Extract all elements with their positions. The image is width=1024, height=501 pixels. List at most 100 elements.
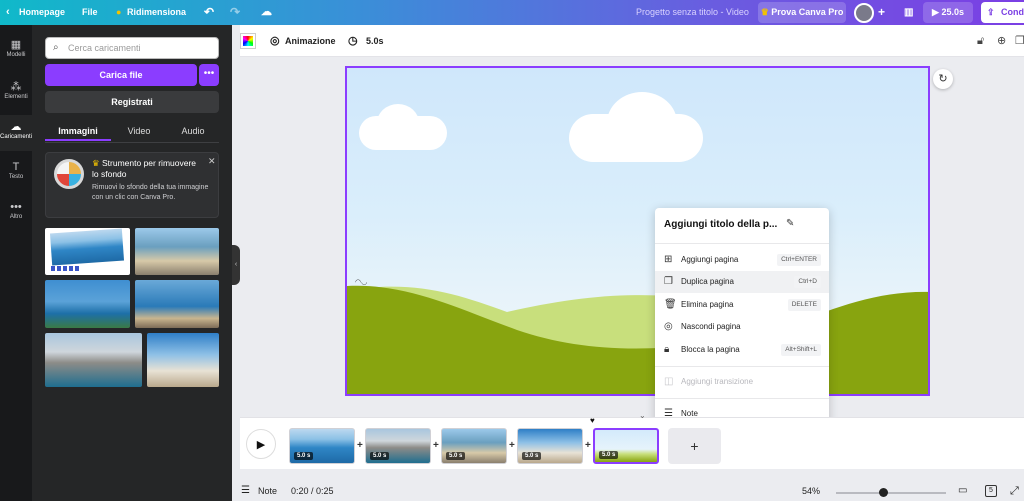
more-options-button[interactable]: •••: [199, 64, 219, 86]
rail-item-elements[interactable]: ⁂ Elementi: [0, 75, 32, 111]
record-button[interactable]: Registrati: [45, 91, 219, 113]
collapse-panel-handle[interactable]: ‹: [232, 245, 240, 285]
tab-audio[interactable]: Audio: [167, 121, 219, 141]
add-page-icon: ⊞: [664, 254, 673, 265]
crown-icon: ♛: [760, 7, 769, 17]
trash-icon: 🗑︎: [664, 299, 677, 310]
animation-button[interactable]: Animazione: [285, 25, 336, 57]
upload-thumb-3[interactable]: [45, 280, 130, 328]
crown-icon: ♛: [92, 158, 100, 168]
upload-icon: ☁: [10, 121, 22, 133]
close-icon[interactable]: ✕: [208, 156, 216, 167]
zoom-slider[interactable]: [836, 492, 946, 494]
add-transition-icon[interactable]: +: [509, 440, 515, 451]
tab-divider: [45, 142, 219, 143]
zoom-slider-knob[interactable]: [879, 488, 888, 497]
upload-thumb-4[interactable]: [135, 280, 219, 328]
lock-icon[interactable]: 🔓︎: [977, 25, 984, 57]
duration-button[interactable]: 5.0s: [366, 25, 384, 57]
preview-play-button[interactable]: ▶ 25.0s: [923, 2, 973, 23]
stats-icon[interactable]: ▥: [904, 0, 913, 25]
try-pro-button[interactable]: ♛ Prova Canva Pro: [758, 2, 846, 23]
background-remover-image: [54, 159, 84, 189]
tab-images[interactable]: Immagini: [45, 121, 111, 141]
play-button[interactable]: ▶: [246, 429, 276, 459]
promo-card[interactable]: ♛ Strumento per rimuovere lo sfondo Rimu…: [45, 152, 219, 218]
fullscreen-icon[interactable]: ⤢: [1010, 481, 1019, 501]
add-transition-icon[interactable]: +: [357, 440, 363, 451]
share-button[interactable]: ⇪ Cond: [981, 2, 1024, 23]
rail-item-uploads[interactable]: ☁ Caricamenti: [0, 115, 32, 151]
side-rail: ▦ Modelli ⁂ Elementi ☁ Caricamenti T Testo •…: [0, 25, 32, 501]
menu-item-hide-page[interactable]: ◎ Nascondi pagina: [655, 316, 829, 338]
clock-icon: ◷: [348, 35, 358, 47]
page-count-badge[interactable]: 5: [985, 485, 997, 497]
design-canvas[interactable]: ◠◡: [345, 66, 930, 396]
editor-toolbar: ◎ Animazione ◷ 5.0s 🔓︎ ⊕ ❐: [240, 25, 1024, 57]
menu-item-duplicate-page[interactable]: ❐ Duplica pagina Ctrl+D: [655, 271, 829, 293]
promo-title: Strumento per rimuovere lo sfondo: [92, 158, 197, 179]
upload-thumb-5[interactable]: [45, 333, 142, 387]
more-icon: •••: [10, 201, 22, 213]
duplicate-icon[interactable]: ❐: [1015, 25, 1024, 57]
timeline-clip-5[interactable]: 5.0 s: [593, 428, 659, 464]
file-menu[interactable]: File: [82, 0, 98, 25]
timeline-clip-2[interactable]: 5.0 s: [365, 428, 431, 464]
upload-thumb-2[interactable]: [135, 228, 219, 275]
chevron-down-icon[interactable]: ⌄: [639, 411, 646, 420]
crown-icon: ●: [116, 7, 122, 17]
rail-item-more[interactable]: ••• Altro: [0, 195, 32, 231]
grid-view-icon[interactable]: ▭: [958, 481, 967, 501]
bottom-bar: ☰ Note 0:20 / 0:25 54% ▭ 5 ⤢: [232, 481, 1024, 501]
lock-icon: 🔒︎: [664, 344, 670, 355]
upload-files-button[interactable]: Carica file: [45, 64, 197, 86]
animation-icon: ◎: [270, 35, 280, 47]
redo-icon[interactable]: ↷: [230, 0, 240, 25]
pencil-icon[interactable]: ✎: [786, 218, 794, 229]
add-page-icon[interactable]: ⊕: [997, 25, 1006, 57]
search-icon: ⌕: [53, 42, 59, 53]
add-transition-icon[interactable]: +: [433, 440, 439, 451]
menu-item-add-transition[interactable]: ◫ Aggiungi transizione: [655, 371, 829, 393]
zoom-percent[interactable]: 54%: [802, 481, 820, 501]
search-input[interactable]: ⌕ Cerca caricamenti: [45, 37, 219, 59]
elements-icon: ⁂: [10, 81, 22, 93]
upload-thumb-6[interactable]: [147, 333, 219, 387]
project-title[interactable]: Progetto senza titolo - Video: [636, 0, 749, 25]
add-transition-icon[interactable]: +: [585, 440, 591, 451]
eye-off-icon: ◎: [664, 321, 673, 332]
top-bar: ‹ Homepage File ● Ridimensiona ↶ ↷ ☁ Pro…: [0, 0, 1024, 25]
color-picker-icon[interactable]: [240, 33, 256, 49]
tab-video[interactable]: Video: [111, 121, 167, 141]
notes-button[interactable]: Note: [258, 481, 277, 501]
cloud-save-icon[interactable]: ☁: [261, 0, 272, 25]
timeline-clip-3[interactable]: 5.0 s: [441, 428, 507, 464]
add-collaborator-icon[interactable]: +: [878, 0, 885, 25]
refresh-icon[interactable]: ↻: [933, 69, 953, 89]
upload-thumb-1[interactable]: [45, 228, 130, 275]
menu-item-delete-page[interactable]: 🗑︎ Elimina pagina DELETE: [655, 294, 829, 316]
add-clip-button[interactable]: +: [668, 428, 721, 464]
chevron-left-icon[interactable]: ‹: [6, 0, 10, 25]
resize-button[interactable]: Ridimensiona: [127, 0, 186, 25]
notes-icon: ☰: [241, 485, 250, 496]
page-title[interactable]: Aggiungi titolo della p...: [664, 219, 777, 230]
rail-item-text[interactable]: T Testo: [0, 155, 32, 191]
timeline-clip-1[interactable]: 5.0 s: [289, 428, 355, 464]
playhead-marker[interactable]: ♥: [590, 416, 595, 425]
avatar[interactable]: [854, 3, 874, 23]
share-icon: ⇪: [987, 7, 995, 17]
menu-item-add-page[interactable]: ⊞ Aggiungi pagina Ctrl+ENTER: [655, 249, 829, 271]
undo-icon[interactable]: ↶: [204, 0, 214, 25]
play-icon: ▶: [932, 7, 939, 17]
duplicate-icon: ❐: [664, 276, 673, 287]
hills-shape: ◠◡: [347, 278, 928, 394]
menu-item-lock-page[interactable]: 🔒︎ Blocca la pagina Alt+Shift+L: [655, 339, 829, 361]
timeline-clip-4[interactable]: 5.0 s: [517, 428, 583, 464]
svg-text:◠◡: ◠◡: [355, 278, 367, 286]
uploads-panel: ⌕ Cerca caricamenti Carica file ••• Regis…: [32, 25, 232, 501]
rail-item-templates[interactable]: ▦ Modelli: [0, 33, 32, 69]
text-icon: T: [12, 161, 20, 173]
template-icon: ▦: [10, 39, 22, 51]
homepage-button[interactable]: Homepage: [19, 0, 65, 25]
